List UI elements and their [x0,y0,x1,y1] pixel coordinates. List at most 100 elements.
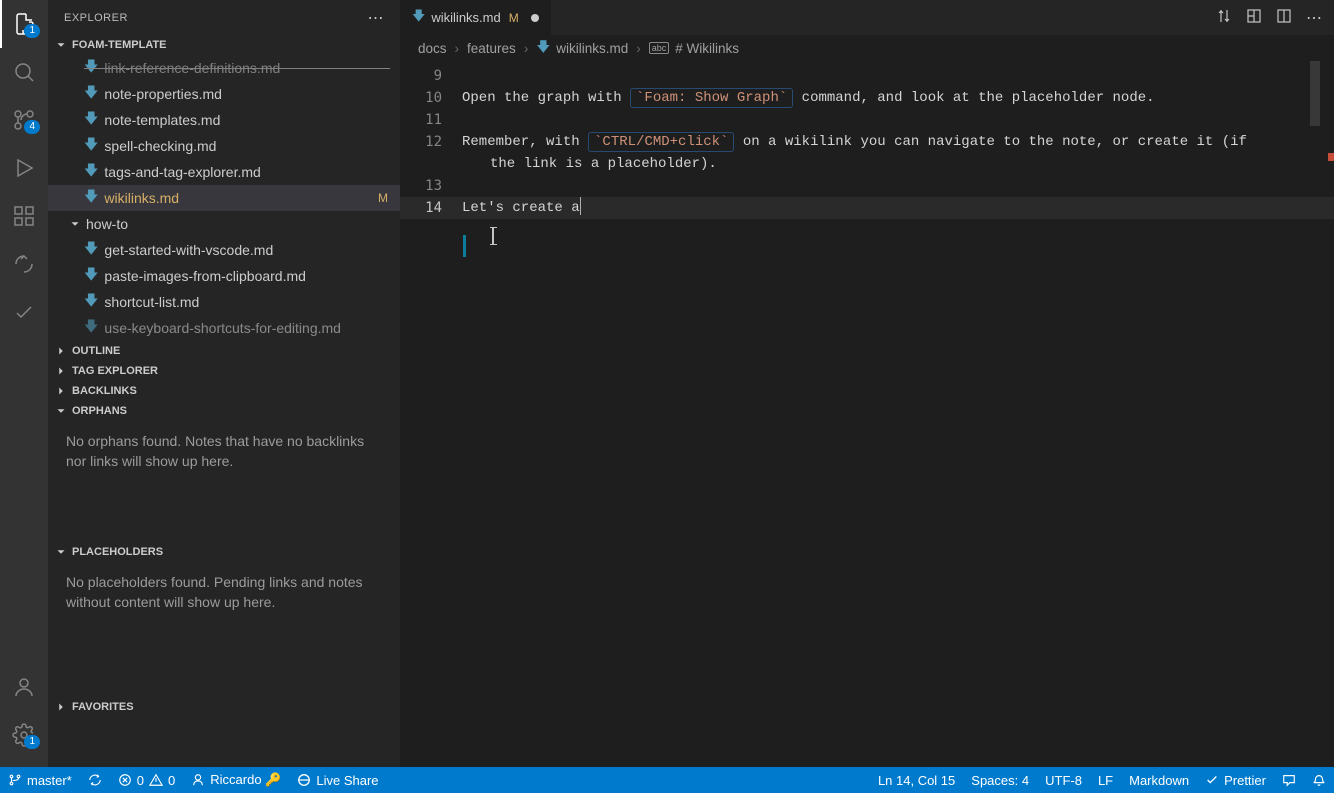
outline-section[interactable]: OUTLINE [48,341,400,361]
minimap[interactable] [1310,61,1320,126]
tab-dirty-dot [531,14,539,22]
explorer-badge: 1 [24,24,40,38]
code-span: `CTRL/CMD+click` [588,132,734,152]
breadcrumb-item[interactable]: docs [418,41,447,56]
sidebar-title: EXPLORER [64,12,128,24]
search-icon[interactable] [0,48,48,96]
tree-file[interactable]: 🡇note-templates.md [48,107,400,133]
chevron-down-icon [54,545,68,559]
prettier-status[interactable]: Prettier [1197,767,1274,793]
account-icon[interactable] [0,663,48,711]
markdown-file-icon: 🡇 [84,186,98,210]
extensions-icon[interactable] [0,192,48,240]
run-debug-icon[interactable] [0,144,48,192]
tree-file[interactable]: 🡇tags-and-tag-explorer.md [48,159,400,185]
explorer-icon[interactable]: 1 [0,0,48,48]
overview-ruler[interactable] [1320,61,1334,767]
favorites-section[interactable]: FAVORITES [48,697,400,717]
tree-file[interactable]: 🡇 link-reference-definitions.md [48,55,400,81]
line-number: 10 [400,87,462,109]
split-editor-icon[interactable] [1276,8,1292,27]
markdown-file-icon: 🡇 [84,264,98,288]
markdown-file-icon: 🡇 [84,238,98,262]
line-number: 13 [400,175,462,197]
placeholders-message: No placeholders found. Pending links and… [48,562,400,623]
breadcrumb-item[interactable]: features [467,41,516,56]
orphans-section[interactable]: ORPHANS [48,401,400,421]
open-preview-icon[interactable] [1246,8,1262,27]
markdown-file-icon: 🡇 [84,160,98,184]
chevron-right-icon [54,384,68,398]
tab-modified-badge: M [509,11,519,25]
eol-status[interactable]: LF [1090,767,1121,793]
liveshare-status[interactable]: Live Share [289,767,386,793]
tree-folder[interactable]: how-to [48,211,400,237]
settings-badge: 1 [24,735,40,749]
chevron-right-icon: › [455,41,460,56]
settings-gear-icon[interactable]: 1 [0,711,48,759]
breadcrumb-item[interactable]: abc # Wikilinks [649,41,739,56]
chevron-down-icon [68,217,84,231]
editor-area: 🡇 wikilinks.md M ⋯ docs › features › 🡇wi… [400,0,1334,767]
tabs-bar: 🡇 wikilinks.md M ⋯ [400,0,1334,35]
markdown-file-icon: 🡇 [84,108,98,132]
problems-status[interactable]: 0 0 [110,767,183,793]
chevron-right-icon: › [524,41,529,56]
markdown-file-icon: 🡇 [84,290,98,314]
sidebar: EXPLORER ⋯ FOAM-TEMPLATE 🡇 link-referenc… [48,0,400,767]
gutter-modified-marker [463,235,466,257]
source-control-icon[interactable]: 4 [0,96,48,144]
cursor-position-status[interactable]: Ln 14, Col 15 [870,767,963,793]
chevron-right-icon [54,344,68,358]
editor-content[interactable]: 9 10 Open the graph with `Foam: Show Gra… [400,61,1334,767]
sidebar-more-icon[interactable]: ⋯ [368,8,385,28]
encoding-status[interactable]: UTF-8 [1037,767,1090,793]
workspace-name: FOAM-TEMPLATE [72,39,167,51]
check-icon[interactable] [0,288,48,336]
chevron-right-icon [54,700,68,714]
chevron-right-icon: › [636,41,641,56]
chevron-down-icon [54,404,68,418]
line-number: 14 [400,197,462,219]
markdown-file-icon: 🡇 [412,7,425,29]
placeholders-section[interactable]: PLACEHOLDERS [48,542,400,562]
breadcrumbs[interactable]: docs › features › 🡇wikilinks.md › abc # … [400,35,1334,61]
line-number: 12 [400,131,462,153]
editor-tab[interactable]: 🡇 wikilinks.md M [400,0,552,35]
git-branch-status[interactable]: master* [0,767,80,793]
tree-file[interactable]: 🡇use-keyboard-shortcuts-for-editing.md [48,315,400,341]
indentation-status[interactable]: Spaces: 4 [963,767,1037,793]
tag-explorer-section[interactable]: TAG EXPLORER [48,361,400,381]
language-mode-status[interactable]: Markdown [1121,767,1197,793]
markdown-file-icon: 🡇 [84,134,98,158]
ruler-error-marker [1328,153,1334,161]
liveshare-user-status[interactable]: Riccardo 🔑 [183,767,289,793]
scm-badge: 4 [24,120,40,134]
markdown-file-icon: 🡇 [84,316,98,340]
breadcrumb-item[interactable]: 🡇wikilinks.md [536,37,628,60]
modified-badge: M [378,191,388,205]
text-cursor [580,197,581,215]
status-bar: master* 0 0 Riccardo 🔑 Live Share Ln 14,… [0,767,1334,793]
workspace-header[interactable]: FOAM-TEMPLATE [48,35,400,55]
code-span: `Foam: Show Graph` [630,88,793,108]
activity-bar: 1 4 [0,0,48,767]
orphans-message: No orphans found. Notes that have no bac… [48,421,400,482]
tree-file[interactable]: 🡇spell-checking.md [48,133,400,159]
notifications-icon[interactable] [1304,767,1334,793]
tree-file-active[interactable]: 🡇 wikilinks.md M [48,185,400,211]
sync-status[interactable] [80,767,110,793]
tree-file[interactable]: 🡇note-properties.md [48,81,400,107]
feedback-icon[interactable] [1274,767,1304,793]
more-actions-icon[interactable]: ⋯ [1306,8,1322,28]
ibeam-cursor-icon [492,227,494,245]
tree-file[interactable]: 🡇paste-images-from-clipboard.md [48,263,400,289]
chevron-right-icon [54,364,68,378]
compare-changes-icon[interactable] [1216,8,1232,27]
backlinks-section[interactable]: BACKLINKS [48,381,400,401]
tree-file[interactable]: 🡇get-started-with-vscode.md [48,237,400,263]
chevron-down-icon [54,38,68,52]
liveshare-arrow-icon[interactable] [0,240,48,288]
tab-filename: wikilinks.md [431,10,500,25]
tree-file[interactable]: 🡇shortcut-list.md [48,289,400,315]
